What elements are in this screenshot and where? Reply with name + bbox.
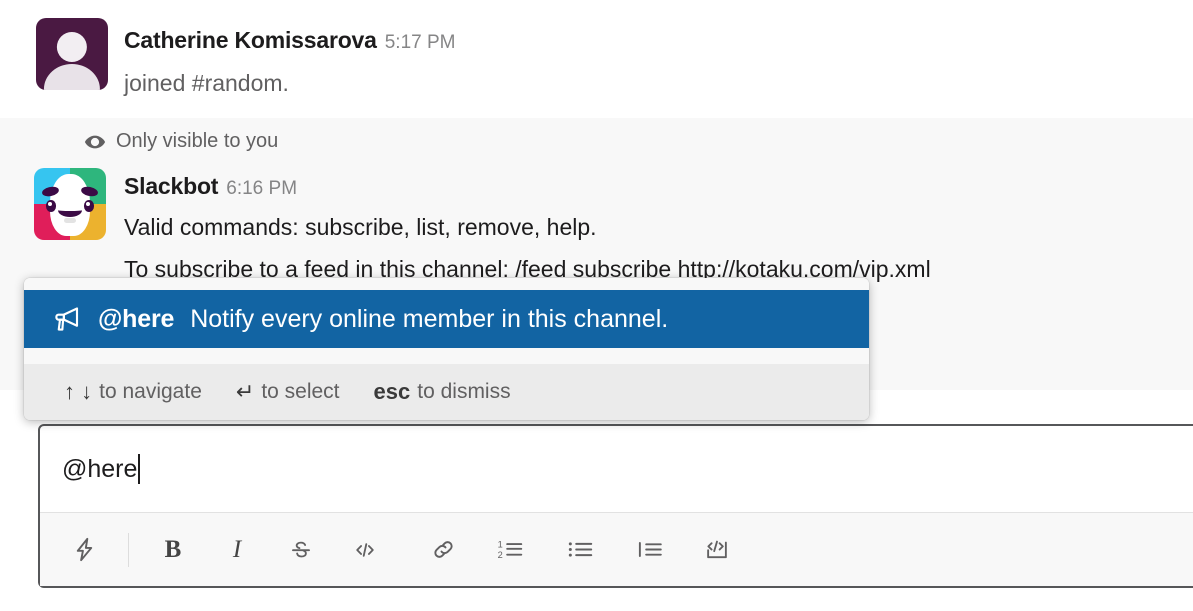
hint-select: ↵ to select: [236, 379, 340, 405]
svg-text:2: 2: [498, 550, 503, 560]
ephemeral-label-text: Only visible to you: [116, 130, 279, 152]
message-row: Catherine Komissarova 5:17 PM joined #ran…: [0, 0, 1193, 118]
message-body: joined #random.: [124, 70, 289, 96]
message-author[interactable]: Slackbot: [124, 173, 218, 199]
bulleted-list-icon[interactable]: [555, 528, 605, 572]
link-icon[interactable]: [421, 528, 465, 572]
code-icon[interactable]: [343, 528, 387, 572]
megaphone-icon: [52, 304, 82, 334]
enter-key-label: ↵: [235, 379, 255, 404]
message-author[interactable]: Catherine Komissarova: [124, 27, 377, 53]
esc-key-label: esc: [373, 379, 411, 404]
navigate-label: to navigate: [99, 380, 202, 403]
select-label: to select: [261, 380, 340, 403]
code-block-icon[interactable]: [695, 528, 739, 572]
avatar-body: [43, 64, 101, 90]
ephemeral-label: Only visible to you: [84, 130, 278, 153]
autocomplete-item-description: Notify every online member in this chann…: [190, 304, 669, 333]
avatar-eye-left: [45, 199, 57, 212]
eye-icon: [84, 131, 106, 153]
hint-navigate: ↑ ↓ to navigate: [64, 379, 202, 405]
shortcuts-lightning-icon[interactable]: [62, 528, 106, 572]
message-header: Slackbot 6:16 PM: [124, 172, 297, 203]
message-timestamp[interactable]: 6:16 PM: [226, 178, 297, 199]
slackbot-avatar[interactable]: [34, 168, 106, 240]
blockquote-icon[interactable]: [625, 528, 675, 572]
message-body-line-1: Valid commands: subscribe, list, remove,…: [124, 214, 597, 240]
avatar-smile: [58, 204, 82, 217]
message-input[interactable]: @here: [40, 426, 1193, 512]
mention-autocomplete-popup: @here Notify every online member in this…: [24, 278, 869, 420]
message-timestamp[interactable]: 5:17 PM: [385, 32, 456, 53]
hint-dismiss: esc to dismiss: [374, 379, 511, 405]
autocomplete-top-strip: [24, 278, 869, 290]
message-composer[interactable]: @here B I 1 2: [38, 424, 1193, 588]
arrow-keys-label: ↑ ↓: [64, 379, 93, 404]
avatar-head: [56, 31, 88, 62]
avatar-mouth: [64, 218, 76, 224]
text-cursor: [138, 454, 141, 484]
message-header: Catherine Komissarova 5:17 PM: [124, 26, 456, 57]
message-input-value: @here: [62, 454, 138, 483]
italic-icon[interactable]: I: [215, 528, 259, 572]
person-avatar[interactable]: [36, 18, 108, 90]
autocomplete-item-handle: @here: [98, 304, 175, 333]
ordered-list-icon[interactable]: 1 2: [485, 528, 535, 572]
bold-icon[interactable]: B: [151, 528, 195, 572]
slack-channel-view: Catherine Komissarova 5:17 PM joined #ran…: [0, 0, 1193, 611]
autocomplete-item-here[interactable]: @here Notify every online member in this…: [24, 290, 869, 348]
autocomplete-gap: [24, 348, 869, 364]
dismiss-label: to dismiss: [417, 380, 511, 403]
toolbar-divider: [128, 532, 129, 567]
strikethrough-icon[interactable]: [279, 528, 323, 572]
svg-text:1: 1: [498, 540, 503, 550]
autocomplete-footer: ↑ ↓ to navigate ↵ to select esc to dismi…: [24, 364, 869, 420]
formatting-toolbar: B I 1 2: [40, 512, 1193, 586]
